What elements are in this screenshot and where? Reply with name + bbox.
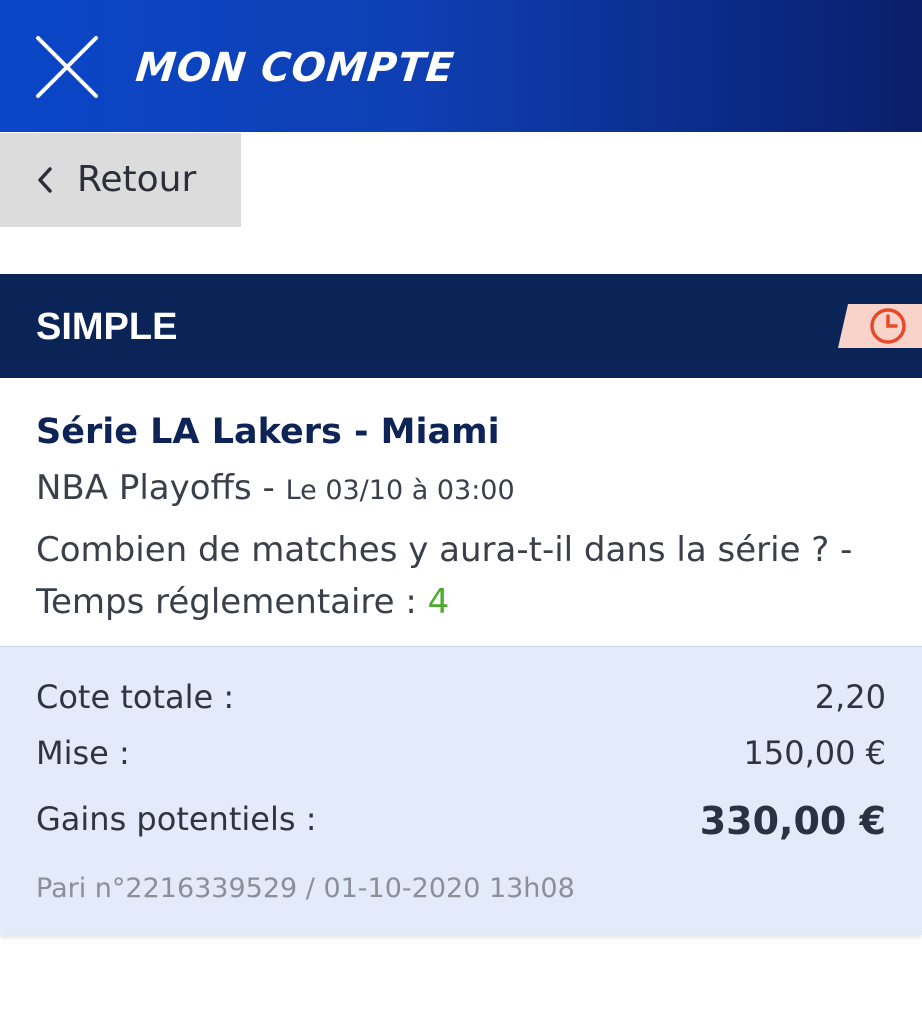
odds-value: 2,20 [814,678,886,716]
bet-reference: Pari n°2216339529 / 01-10-2020 13h08 [36,873,575,904]
close-button[interactable] [32,34,102,100]
competition-name: NBA Playoffs [36,468,252,508]
chevron-left-icon [38,167,52,193]
bet-type-label: SIMPLE [36,306,178,348]
meta-separator: - [251,468,286,508]
bet-details: Série LA Lakers - Miami NBA Playoffs - L… [0,378,922,646]
event-date: Le 03/10 à 03:00 [285,475,515,506]
bet-summary: Cote totale : 2,20 Mise : 150,00 € Gains… [0,646,922,935]
event-title: Série LA Lakers - Miami [36,412,500,452]
app-header: MON COMPTE [0,0,922,132]
page-title: MON COMPTE [133,45,457,91]
back-button[interactable]: Retour [0,133,241,227]
gains-value: 330,00 € [699,799,886,843]
bet-selection: Combien de matches y aura-t-il dans la s… [36,524,896,628]
back-label: Retour [77,159,197,200]
close-icon [36,36,98,98]
stake-value: 150,00 € [743,734,887,772]
selection-pick: 4 [427,582,450,622]
gains-label: Gains potentiels : [36,800,317,838]
stake-label: Mise : [36,734,130,772]
odds-label: Cote totale : [36,678,235,716]
clock-icon [838,304,922,348]
event-meta: NBA Playoffs - Le 03/10 à 03:00 [36,464,515,518]
bet-type-bar: SIMPLE [0,274,922,378]
